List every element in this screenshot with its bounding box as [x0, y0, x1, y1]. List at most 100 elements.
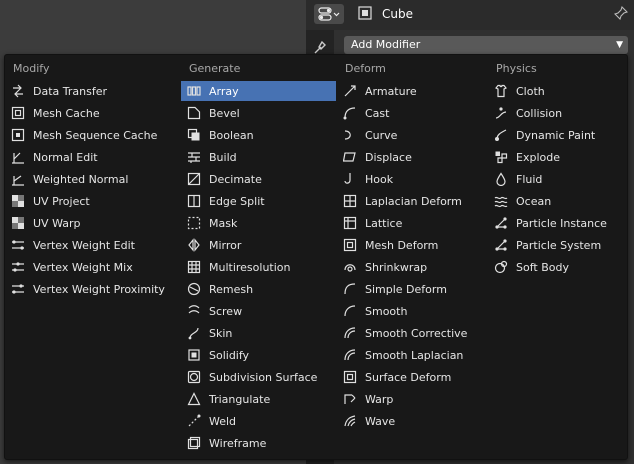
menu-item-label: Array [209, 84, 239, 98]
menu-item-wave[interactable]: Wave [337, 411, 488, 431]
cloth-icon [494, 84, 508, 98]
menu-item-label: Ocean [516, 194, 552, 208]
menu-item-smooth[interactable]: Smooth [337, 301, 488, 321]
menu-item-laplacian-deform[interactable]: Laplacian Deform [337, 191, 488, 211]
ocean-icon [494, 194, 508, 208]
menu-item-normal-edit[interactable]: Normal Edit [5, 147, 181, 167]
menu-item-label: Data Transfer [33, 84, 107, 98]
menu-item-label: UV Warp [33, 216, 81, 230]
menu-item-warp[interactable]: Warp [337, 389, 488, 409]
pin-icon[interactable] [614, 6, 628, 20]
menu-item-decimate[interactable]: Decimate [181, 169, 336, 189]
menu-item-screw[interactable]: Screw [181, 301, 336, 321]
menu-item-label: Explode [516, 150, 560, 164]
menu-item-label: Screw [209, 304, 243, 318]
menu-item-collision[interactable]: Collision [488, 103, 628, 123]
menu-item-label: Mesh Deform [365, 238, 439, 252]
properties-header: Cube [306, 0, 634, 30]
add-modifier-label: Add Modifier [351, 38, 421, 51]
menu-item-data-transfer[interactable]: Data Transfer [5, 81, 181, 101]
menu-item-remesh[interactable]: Remesh [181, 279, 336, 299]
menu-item-mask[interactable]: Mask [181, 213, 336, 233]
menu-item-label: Hook [365, 172, 394, 186]
menu-item-edge-split[interactable]: Edge Split [181, 191, 336, 211]
menu-item-label: Vertex Weight Edit [33, 238, 135, 252]
wave-icon [343, 414, 357, 428]
menu-item-particle-system[interactable]: Particle System [488, 235, 628, 255]
menu-item-array[interactable]: Array [181, 81, 336, 101]
menu-item-vertex-weight-mix[interactable]: Vertex Weight Mix [5, 257, 181, 277]
menu-item-label: Mesh Cache [33, 106, 100, 120]
mesh-cache-icon [11, 106, 25, 120]
menu-item-triangulate[interactable]: Triangulate [181, 389, 336, 409]
menu-item-label: Cast [365, 106, 390, 120]
menu-item-mesh-sequence-cache[interactable]: Mesh Sequence Cache [5, 125, 181, 145]
menu-item-vertex-weight-edit[interactable]: Vertex Weight Edit [5, 235, 181, 255]
array-icon [187, 84, 201, 98]
fluid-icon [494, 172, 508, 186]
menu-item-hook[interactable]: Hook [337, 169, 488, 189]
menu-item-soft-body[interactable]: Soft Body [488, 257, 628, 277]
menu-item-armature[interactable]: Armature [337, 81, 488, 101]
menu-item-vertex-weight-proximity[interactable]: Vertex Weight Proximity [5, 279, 181, 299]
menu-item-label: Subdivision Surface [209, 370, 318, 384]
menu-item-cloth[interactable]: Cloth [488, 81, 628, 101]
triangulate-icon [187, 392, 201, 406]
menu-item-label: Normal Edit [33, 150, 98, 164]
menu-item-smooth-laplacian[interactable]: Smooth Laplacian [337, 345, 488, 365]
surface-deform-icon [343, 370, 357, 384]
menu-item-uv-project[interactable]: UV Project [5, 191, 181, 211]
menu-item-wireframe[interactable]: Wireframe [181, 433, 336, 453]
editor-type-button[interactable] [314, 4, 344, 24]
add-modifier-button[interactable]: Add Modifier ▼ [344, 36, 628, 54]
menu-item-mesh-cache[interactable]: Mesh Cache [5, 103, 181, 123]
menu-item-lattice[interactable]: Lattice [337, 213, 488, 233]
menu-item-weighted-normal[interactable]: Weighted Normal [5, 169, 181, 189]
menu-item-explode[interactable]: Explode [488, 147, 628, 167]
menu-column-heading: Physics [496, 62, 537, 75]
menu-item-fluid[interactable]: Fluid [488, 169, 628, 189]
menu-item-label: Mirror [209, 238, 242, 252]
solidify-icon [187, 348, 201, 362]
menu-item-curve[interactable]: Curve [337, 125, 488, 145]
menu-item-label: UV Project [33, 194, 90, 208]
menu-item-weld[interactable]: Weld [181, 411, 336, 431]
menu-item-uv-warp[interactable]: UV Warp [5, 213, 181, 233]
menu-item-cast[interactable]: Cast [337, 103, 488, 123]
menu-item-simple-deform[interactable]: Simple Deform [337, 279, 488, 299]
menu-item-label: Fluid [516, 172, 543, 186]
uv-warp-icon [11, 216, 25, 230]
multiresolution-icon [187, 260, 201, 274]
menu-item-label: Collision [516, 106, 563, 120]
menu-item-label: Laplacian Deform [365, 194, 462, 208]
menu-item-mirror[interactable]: Mirror [181, 235, 336, 255]
smooth-corrective-icon [343, 326, 357, 340]
menu-item-particle-instance[interactable]: Particle Instance [488, 213, 628, 233]
menu-item-label: Solidify [209, 348, 250, 362]
menu-item-solidify[interactable]: Solidify [181, 345, 336, 365]
menu-item-label: Simple Deform [365, 282, 447, 296]
vertex-weight-mix-icon [11, 260, 25, 274]
menu-item-label: Armature [365, 84, 417, 98]
menu-item-displace[interactable]: Displace [337, 147, 488, 167]
menu-item-label: Skin [209, 326, 233, 340]
menu-item-shrinkwrap[interactable]: Shrinkwrap [337, 257, 488, 277]
menu-item-multiresolution[interactable]: Multiresolution [181, 257, 336, 277]
menu-item-label: Smooth Corrective [365, 326, 468, 340]
menu-item-build[interactable]: Build [181, 147, 336, 167]
warp-icon [343, 392, 357, 406]
menu-item-subdivision-surface[interactable]: Subdivision Surface [181, 367, 336, 387]
dynamic-paint-icon [494, 128, 508, 142]
smooth-laplacian-icon [343, 348, 357, 362]
menu-item-bevel[interactable]: Bevel [181, 103, 336, 123]
menu-item-label: Decimate [209, 172, 262, 186]
laplacian-deform-icon [343, 194, 357, 208]
menu-item-surface-deform[interactable]: Surface Deform [337, 367, 488, 387]
menu-item-boolean[interactable]: Boolean [181, 125, 336, 145]
menu-item-smooth-corrective[interactable]: Smooth Corrective [337, 323, 488, 343]
menu-item-skin[interactable]: Skin [181, 323, 336, 343]
menu-item-dynamic-paint[interactable]: Dynamic Paint [488, 125, 628, 145]
menu-item-label: Particle Instance [516, 216, 607, 230]
menu-item-ocean[interactable]: Ocean [488, 191, 628, 211]
menu-item-mesh-deform[interactable]: Mesh Deform [337, 235, 488, 255]
